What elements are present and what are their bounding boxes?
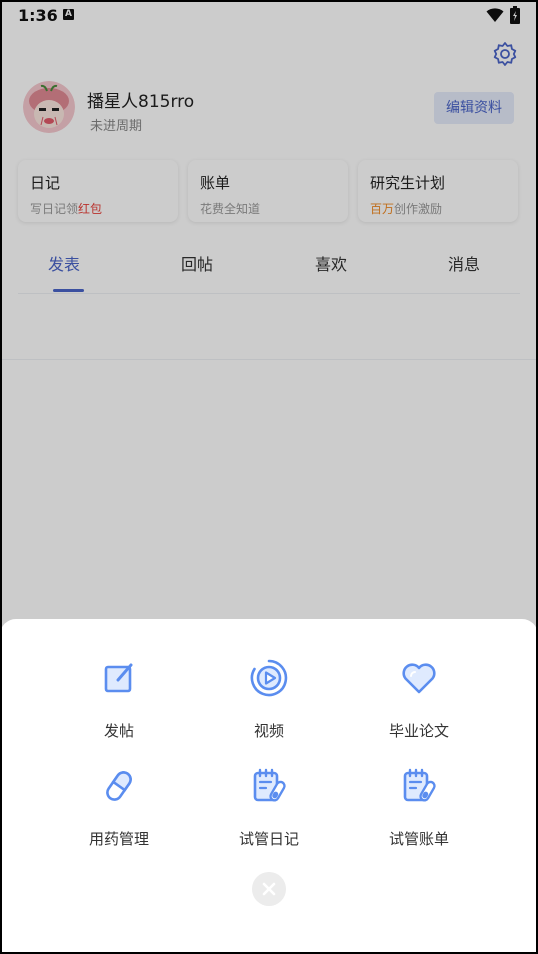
menu-item-ivf-bill[interactable]: 试管账单 (364, 767, 474, 849)
video-play-icon (250, 659, 288, 697)
menu-item-label: 用药管理 (88, 830, 149, 848)
menu-item-label: 视频 (253, 722, 284, 740)
menu-item-label: 试管账单 (388, 830, 449, 848)
close-icon[interactable] (252, 872, 286, 906)
test-tube-bill-icon (403, 768, 436, 802)
test-tube-diary-icon (253, 768, 286, 802)
heart-icon (402, 663, 436, 694)
pill-icon (106, 771, 132, 801)
menu-item-label: 发帖 (103, 722, 134, 740)
menu-item-medication[interactable]: 用药管理 (64, 767, 174, 849)
menu-item-label: 试管日记 (238, 830, 299, 848)
menu-item-thesis[interactable]: 毕业论文 (364, 659, 474, 741)
menu-item-post[interactable]: 发帖 (64, 659, 174, 741)
menu-item-label: 毕业论文 (388, 722, 449, 740)
edit-icon (104, 663, 133, 693)
menu-item-ivf-diary[interactable]: 试管日记 (214, 767, 324, 849)
menu-item-video[interactable]: 视频 (214, 659, 324, 741)
